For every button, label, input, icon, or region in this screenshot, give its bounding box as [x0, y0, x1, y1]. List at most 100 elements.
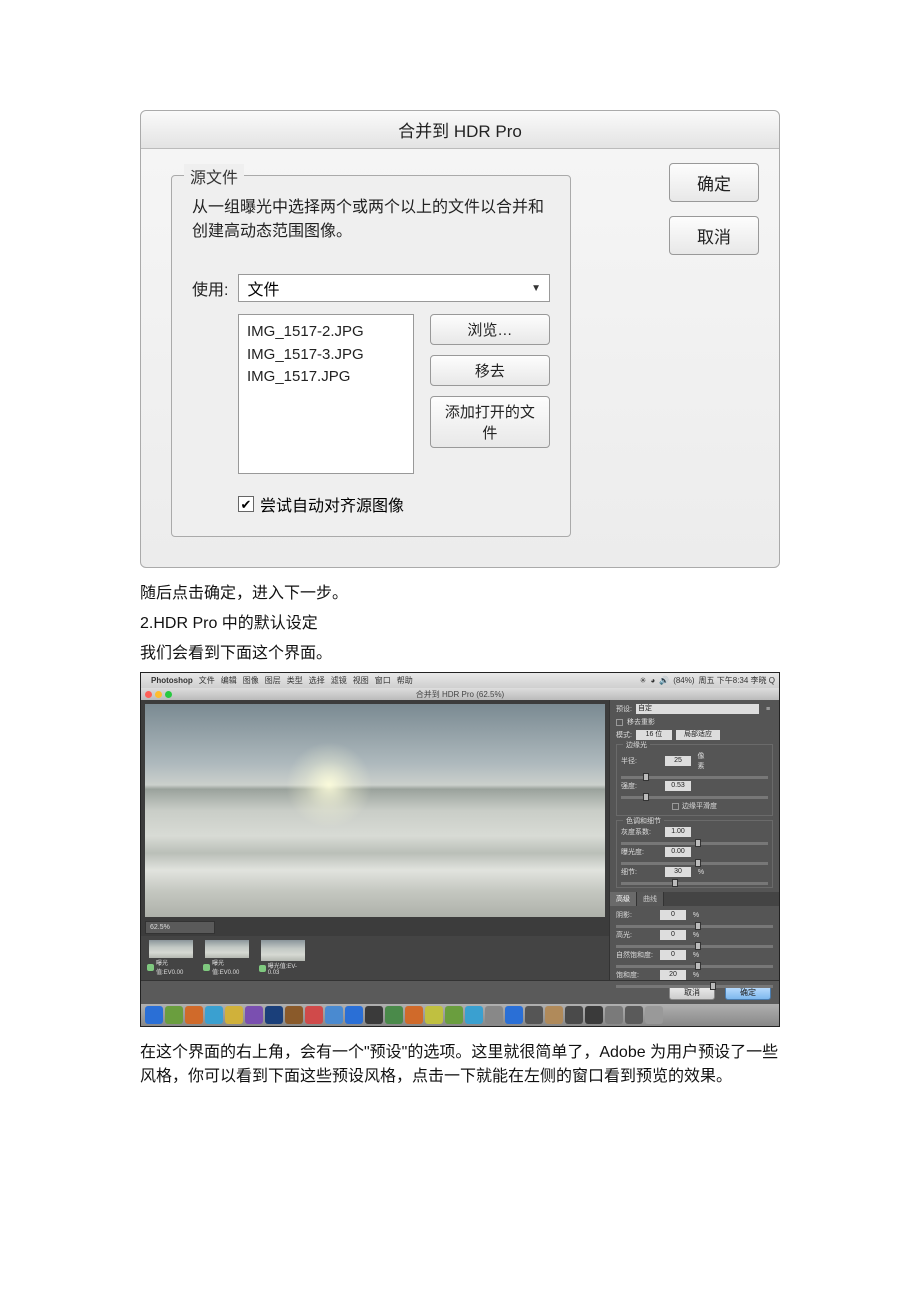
window-titlebar: 合并到 HDR Pro (62.5%)	[141, 688, 779, 700]
tone-detail-group: 色调和细节 灰度系数: 1.00 曝光度: 0.00 细节:	[616, 820, 773, 888]
dock-app-icon[interactable]	[205, 1006, 223, 1024]
dock-app-icon[interactable]	[445, 1006, 463, 1024]
remove-ghost-checkbox[interactable]	[616, 719, 623, 726]
preset-select[interactable]: 自定	[636, 704, 759, 714]
cancel-button[interactable]: 取消	[669, 216, 759, 255]
group-title: 色调和细节	[623, 816, 664, 826]
body-text: 随后点击确定，进入下一步。	[140, 582, 780, 606]
dock-app-icon[interactable]	[465, 1006, 483, 1024]
remove-ghost-label: 移去重影	[627, 717, 655, 727]
dock-app-icon[interactable]	[225, 1006, 243, 1024]
ok-button[interactable]: 确定	[669, 163, 759, 202]
source-thumb[interactable]: 曝光值:EV-0.03	[259, 940, 307, 976]
align-checkbox[interactable]: ✔	[238, 496, 254, 512]
edge-smooth-checkbox[interactable]	[672, 803, 679, 810]
menu-item[interactable]: 滤镜	[331, 675, 347, 686]
bluetooth-icon: ✳	[640, 676, 647, 685]
strength-slider[interactable]	[621, 796, 768, 799]
vibrance-slider[interactable]	[616, 965, 773, 968]
edge-glow-group: 边缘光 半径: 25 像素 强度: 0.53 边缘	[616, 744, 773, 816]
radius-unit: 像素	[695, 751, 707, 771]
tab-bar: 高级 曲线	[610, 892, 779, 906]
dock-app-icon[interactable]	[325, 1006, 343, 1024]
dock-app-icon[interactable]	[285, 1006, 303, 1024]
dock-app-icon[interactable]	[345, 1006, 363, 1024]
minimize-icon[interactable]	[155, 691, 162, 698]
detail-label: 细节:	[621, 867, 661, 877]
mac-dock	[141, 1004, 779, 1026]
add-open-files-button[interactable]: 添加打开的文件	[430, 396, 550, 448]
detail-slider[interactable]	[621, 882, 768, 885]
source-thumb[interactable]: 曝光值:EV0.00	[147, 940, 195, 976]
highlight-value[interactable]: 0	[660, 930, 686, 940]
source-thumb[interactable]: 曝光值:EV0.00	[203, 940, 251, 976]
dock-app-icon[interactable]	[405, 1006, 423, 1024]
exposure-slider[interactable]	[621, 862, 768, 865]
dock-app-icon[interactable]	[265, 1006, 283, 1024]
tab-advanced[interactable]: 高级	[610, 892, 637, 906]
gamma-slider[interactable]	[621, 842, 768, 845]
dock-app-icon[interactable]	[525, 1006, 543, 1024]
zoom-indicator[interactable]: 62.5%	[145, 921, 215, 934]
file-list[interactable]: IMG_1517-2.JPG IMG_1517-3.JPG IMG_1517.J…	[238, 314, 414, 474]
saturation-slider[interactable]	[616, 985, 773, 988]
check-icon	[203, 964, 210, 971]
dock-app-icon[interactable]	[505, 1006, 523, 1024]
menu-item[interactable]: 选择	[309, 675, 325, 686]
dock-app-icon[interactable]	[365, 1006, 383, 1024]
mode-select[interactable]: 16 位	[636, 730, 672, 740]
menubar-app: Photoshop	[151, 676, 193, 685]
menu-item[interactable]: 帮助	[397, 675, 413, 686]
shadow-value[interactable]: 0	[660, 910, 686, 920]
exposure-label: 曝光度:	[621, 847, 661, 857]
file-item[interactable]: IMG_1517-3.JPG	[247, 344, 405, 367]
dock-app-icon[interactable]	[165, 1006, 183, 1024]
dock-app-icon[interactable]	[645, 1006, 663, 1024]
file-item[interactable]: IMG_1517.JPG	[247, 366, 405, 389]
dock-app-icon[interactable]	[605, 1006, 623, 1024]
dock-app-icon[interactable]	[245, 1006, 263, 1024]
method-select[interactable]: 局部适应	[676, 730, 720, 740]
exposure-value[interactable]: 0.00	[665, 847, 691, 857]
close-icon[interactable]	[145, 691, 152, 698]
mac-menubar: Photoshop 文件 编辑 图像 图层 类型 选择 滤镜 视图 窗口 帮助 …	[141, 673, 779, 688]
menu-item[interactable]: 文件	[199, 675, 215, 686]
dock-app-icon[interactable]	[585, 1006, 603, 1024]
saturation-value[interactable]: 20	[660, 970, 686, 980]
dock-app-icon[interactable]	[565, 1006, 583, 1024]
zoom-icon[interactable]	[165, 691, 172, 698]
remove-button[interactable]: 移去	[430, 355, 550, 386]
menu-item[interactable]: 窗口	[375, 675, 391, 686]
vibrance-value[interactable]: 0	[660, 950, 686, 960]
menu-item[interactable]: 视图	[353, 675, 369, 686]
dock-app-icon[interactable]	[425, 1006, 443, 1024]
radius-value[interactable]: 25	[665, 756, 691, 766]
gamma-value[interactable]: 1.00	[665, 827, 691, 837]
dock-app-icon[interactable]	[145, 1006, 163, 1024]
body-text: 在这个界面的右上角，会有一个"预设"的选项。这里就很简单了，Adobe 为用户预…	[140, 1041, 780, 1089]
dialog-bottom-bar: 取消 确定	[141, 980, 779, 1004]
strength-value[interactable]: 0.53	[665, 781, 691, 791]
menu-item[interactable]: 类型	[287, 675, 303, 686]
detail-value[interactable]: 30	[665, 867, 691, 877]
file-item[interactable]: IMG_1517-2.JPG	[247, 321, 405, 344]
menu-item[interactable]: 图层	[265, 675, 281, 686]
merge-hdr-dialog: 合并到 HDR Pro 源文件 从一组曝光中选择两个或两个以上的文件以合并和创建…	[140, 110, 780, 568]
use-label: 使用:	[192, 276, 228, 300]
radius-slider[interactable]	[621, 776, 768, 779]
dock-app-icon[interactable]	[385, 1006, 403, 1024]
dock-app-icon[interactable]	[485, 1006, 503, 1024]
dock-app-icon[interactable]	[305, 1006, 323, 1024]
menu-item[interactable]: 编辑	[221, 675, 237, 686]
tab-curve[interactable]: 曲线	[637, 892, 664, 906]
dock-app-icon[interactable]	[185, 1006, 203, 1024]
browse-button[interactable]: 浏览…	[430, 314, 550, 345]
dock-app-icon[interactable]	[545, 1006, 563, 1024]
shadow-slider[interactable]	[616, 925, 773, 928]
preset-menu-icon[interactable]: ≡	[763, 706, 773, 713]
dock-app-icon[interactable]	[625, 1006, 643, 1024]
highlight-slider[interactable]	[616, 945, 773, 948]
use-select[interactable]: 文件 ▼	[238, 274, 550, 302]
menu-item[interactable]: 图像	[243, 675, 259, 686]
dialog-title: 合并到 HDR Pro	[141, 111, 779, 149]
